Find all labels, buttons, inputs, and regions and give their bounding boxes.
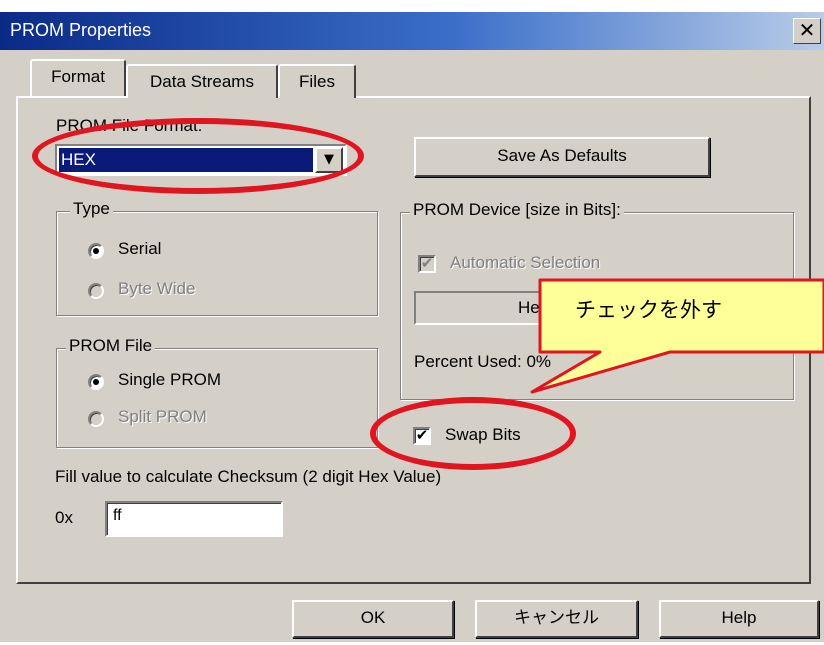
title-bar[interactable]: PROM Properties ✕: [0, 12, 824, 50]
tab-format[interactable]: Format: [30, 59, 126, 96]
tab-files-label: Files: [299, 72, 335, 91]
check-icon: ✔: [415, 426, 429, 444]
swap-bits-label: Swap Bits: [445, 425, 521, 444]
prom-properties-dialog: PROM Properties ✕ Format Data Streams Fi…: [0, 0, 824, 645]
byte-wide-radio[interactable]: [88, 283, 104, 299]
radio-dot-icon: [93, 379, 99, 385]
window-title: PROM Properties: [10, 20, 152, 40]
prom-file-format-select[interactable]: HEX ▼: [55, 144, 347, 176]
radio-dot-icon: [93, 248, 99, 254]
automatic-selection-checkbox[interactable]: ✔: [418, 255, 436, 273]
swap-bits-checkbox[interactable]: ✔: [413, 427, 431, 445]
prom-file-format-value: HEX: [59, 148, 313, 172]
prom-file-format-label: PROM File Format:: [56, 116, 203, 135]
serial-radio-label: Serial: [118, 239, 162, 258]
chevron-down-icon[interactable]: ▼: [315, 147, 343, 173]
hex-prefix-label: 0x: [55, 508, 73, 527]
tab-data-streams[interactable]: Data Streams: [126, 64, 278, 98]
split-prom-radio[interactable]: [88, 411, 104, 427]
automatic-selection-label: Automatic Selection: [450, 253, 601, 272]
callout-balloon: [530, 278, 824, 394]
prom-device-group-legend: PROM Device [size in Bits]:: [410, 200, 624, 220]
type-group: [56, 211, 378, 316]
close-icon: ✕: [798, 18, 816, 42]
tab-data-streams-label: Data Streams: [150, 72, 254, 91]
callout-text: チェックを外す: [575, 298, 722, 322]
ok-button[interactable]: OK: [292, 600, 454, 638]
tab-format-label: Format: [51, 67, 105, 86]
help-button[interactable]: Help: [659, 600, 819, 638]
single-prom-radio[interactable]: [88, 374, 104, 390]
serial-radio[interactable]: [88, 243, 104, 259]
byte-wide-radio-label: Byte Wide: [118, 279, 196, 298]
checksum-fill-input[interactable]: ff: [105, 501, 283, 537]
type-group-legend: Type: [70, 199, 113, 219]
close-button[interactable]: ✕: [793, 18, 821, 44]
check-icon: ✔: [420, 254, 434, 272]
cancel-button[interactable]: キャンセル: [475, 600, 638, 638]
save-as-defaults-button[interactable]: Save As Defaults: [414, 137, 710, 177]
single-prom-radio-label: Single PROM: [118, 370, 221, 389]
checksum-label: Fill value to calculate Checksum (2 digi…: [55, 467, 442, 486]
prom-file-group-legend: PROM File: [66, 336, 156, 356]
prom-file-group: [56, 348, 378, 448]
split-prom-radio-label: Split PROM: [118, 407, 207, 426]
tab-files[interactable]: Files: [278, 64, 356, 98]
